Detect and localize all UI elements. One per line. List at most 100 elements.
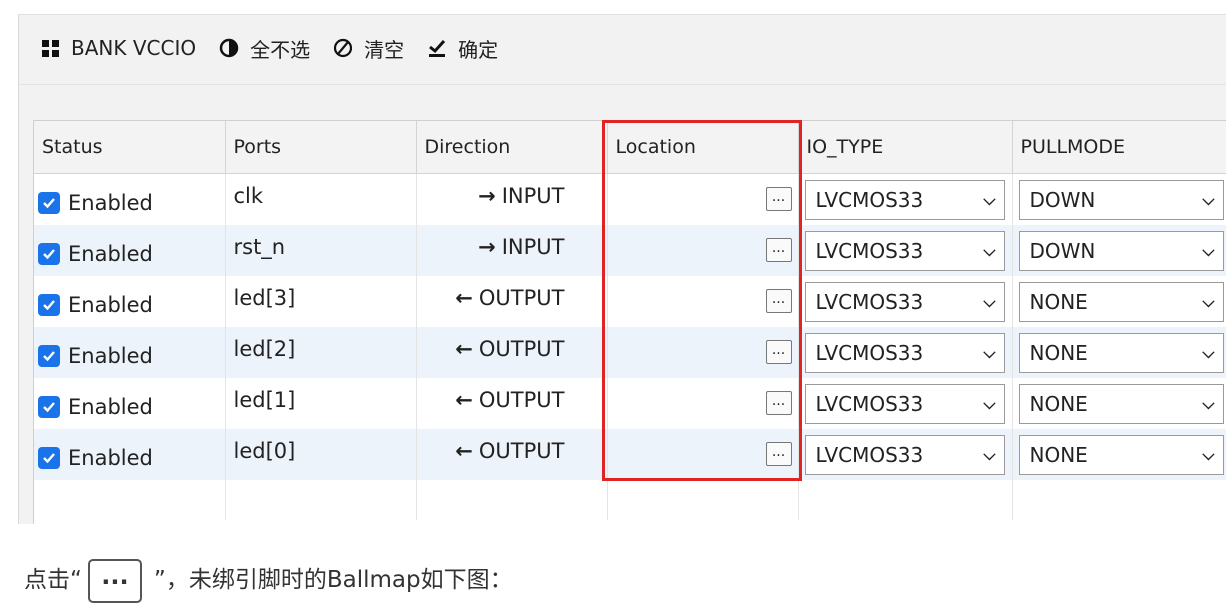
io-type-select[interactable]: LVCMOS33 ⌵: [804, 281, 1005, 322]
io-constraint-panel: BANK VCCIO 全不选 清空 确定 Status Ports Direct…: [18, 14, 1226, 524]
check-underline-icon: [426, 37, 448, 59]
status-label: Enabled: [68, 394, 153, 419]
pullmode-value: NONE: [1029, 442, 1088, 467]
direction-label: OUTPUT: [478, 336, 565, 361]
header-direction[interactable]: Direction: [416, 121, 608, 174]
pullmode-value: NONE: [1029, 289, 1088, 314]
location-cell[interactable]: ...: [607, 173, 799, 225]
status-cell: Enabled: [34, 389, 225, 419]
io-type-select[interactable]: LVCMOS33 ⌵: [804, 332, 1005, 373]
port-name: led[0]: [233, 438, 296, 463]
right-arrow-icon: →: [478, 183, 496, 208]
chevron-down-icon: ⌵: [1202, 189, 1215, 209]
io-type-select[interactable]: LVCMOS33 ⌵: [804, 434, 1005, 475]
status-cell: Enabled: [34, 287, 225, 317]
location-browse-button[interactable]: ...: [765, 442, 792, 466]
deselect-all-button[interactable]: 全不选: [218, 34, 310, 63]
io-type-value: LVCMOS33: [815, 238, 924, 263]
pullmode-select[interactable]: NONE ⌵: [1018, 332, 1224, 373]
header-ports[interactable]: Ports: [225, 121, 417, 174]
chevron-down-icon: ⌵: [983, 393, 996, 413]
location-cell[interactable]: ...: [607, 225, 799, 276]
confirm-label: 确定: [458, 37, 499, 62]
header-location[interactable]: Location: [607, 121, 799, 174]
direction-label: OUTPUT: [478, 285, 565, 310]
left-arrow-icon: ←: [455, 285, 473, 310]
location-browse-button[interactable]: ...: [765, 289, 792, 313]
location-browse-button[interactable]: ...: [765, 391, 792, 415]
chevron-down-icon: ⌵: [983, 240, 996, 260]
status-label: Enabled: [68, 241, 153, 266]
enabled-checkbox[interactable]: [38, 344, 60, 367]
direction-cell: ← OUTPUT: [417, 388, 607, 412]
location-browse-button[interactable]: ...: [765, 340, 792, 364]
enabled-checkbox[interactable]: [38, 191, 60, 214]
status-cell: Enabled: [34, 338, 225, 368]
direction-cell: → INPUT: [417, 235, 607, 259]
port-name: rst_n: [233, 234, 286, 259]
chevron-down-icon: ⌵: [1202, 291, 1215, 311]
pullmode-select[interactable]: NONE ⌵: [1018, 383, 1224, 424]
deselect-all-label: 全不选: [250, 37, 311, 62]
direction-label: OUTPUT: [478, 438, 565, 463]
status-label: Enabled: [68, 343, 153, 368]
pullmode-select[interactable]: DOWN ⌵: [1018, 179, 1224, 220]
location-cell[interactable]: ...: [607, 378, 799, 429]
enabled-checkbox[interactable]: [38, 446, 60, 469]
enabled-checkbox[interactable]: [38, 293, 60, 316]
location-browse-button[interactable]: ...: [765, 238, 792, 262]
table-row: Enabled clk → INPUT ... LVCMOS33 ⌵ DOWN ⌵: [34, 173, 1226, 225]
confirm-button[interactable]: 确定: [426, 34, 498, 63]
bank-vccio-button[interactable]: BANK VCCIO: [39, 36, 196, 60]
status-label: Enabled: [68, 190, 153, 215]
left-arrow-icon: ←: [455, 336, 473, 361]
status-label: Enabled: [68, 292, 153, 317]
port-name: clk: [233, 183, 264, 208]
direction-label: INPUT: [501, 183, 565, 208]
chevron-down-icon: ⌵: [983, 342, 996, 362]
port-name: led[3]: [233, 285, 296, 310]
chevron-down-icon: ⌵: [1202, 342, 1215, 362]
direction-cell: ← OUTPUT: [417, 439, 607, 463]
chevron-down-icon: ⌵: [1202, 444, 1215, 464]
caption-text: 点击“ ... ”，未绑引脚时的Ballmap如下图：: [24, 555, 513, 603]
chevron-down-icon: ⌵: [983, 444, 996, 464]
table-header-row: Status Ports Direction Location IO_TYPE …: [34, 121, 1226, 174]
header-pullmode[interactable]: PULLMODE: [1012, 121, 1226, 174]
io-type-value: LVCMOS33: [815, 340, 924, 365]
caption-prefix: 点击“: [24, 567, 82, 593]
chevron-down-icon: ⌵: [983, 189, 996, 209]
status-cell: Enabled: [34, 236, 225, 266]
io-type-select[interactable]: LVCMOS33 ⌵: [804, 383, 1005, 424]
toolbar-divider: [19, 84, 1226, 85]
location-browse-button[interactable]: ...: [765, 187, 792, 211]
direction-label: INPUT: [501, 234, 565, 259]
direction-cell: ← OUTPUT: [417, 286, 607, 310]
pullmode-select[interactable]: DOWN ⌵: [1018, 230, 1224, 271]
port-name: led[2]: [233, 336, 296, 361]
table-row: Enabled led[2] ← OUTPUT ... LVCMOS33 ⌵ NON…: [34, 327, 1226, 378]
caption-suffix: ”，未绑引脚时的Ballmap如下图：: [153, 567, 513, 593]
io-type-value: LVCMOS33: [815, 289, 924, 314]
header-io-type[interactable]: IO_TYPE: [798, 121, 1013, 174]
enabled-checkbox[interactable]: [38, 395, 60, 418]
left-arrow-icon: ←: [455, 438, 473, 463]
bank-vccio-label: BANK VCCIO: [71, 36, 197, 60]
pullmode-value: DOWN: [1029, 238, 1096, 263]
status-cell: Enabled: [34, 440, 225, 470]
io-type-select[interactable]: LVCMOS33 ⌵: [804, 179, 1005, 220]
location-cell[interactable]: ...: [607, 327, 799, 378]
chevron-down-icon: ⌵: [1202, 240, 1215, 260]
prohibit-icon: [332, 37, 354, 59]
pullmode-select[interactable]: NONE ⌵: [1018, 434, 1224, 475]
ports-table: Status Ports Direction Location IO_TYPE …: [33, 120, 1226, 524]
enabled-checkbox[interactable]: [38, 242, 60, 265]
status-cell: Enabled: [34, 185, 225, 215]
io-type-select[interactable]: LVCMOS33 ⌵: [804, 230, 1005, 271]
header-status[interactable]: Status: [34, 121, 226, 174]
clear-button[interactable]: 清空: [332, 34, 404, 63]
location-cell[interactable]: ...: [607, 276, 799, 327]
pullmode-select[interactable]: NONE ⌵: [1018, 281, 1224, 322]
location-cell[interactable]: ...: [607, 429, 799, 480]
table-row: Enabled led[1] ← OUTPUT ... LVCMOS33 ⌵ NON…: [34, 378, 1226, 429]
